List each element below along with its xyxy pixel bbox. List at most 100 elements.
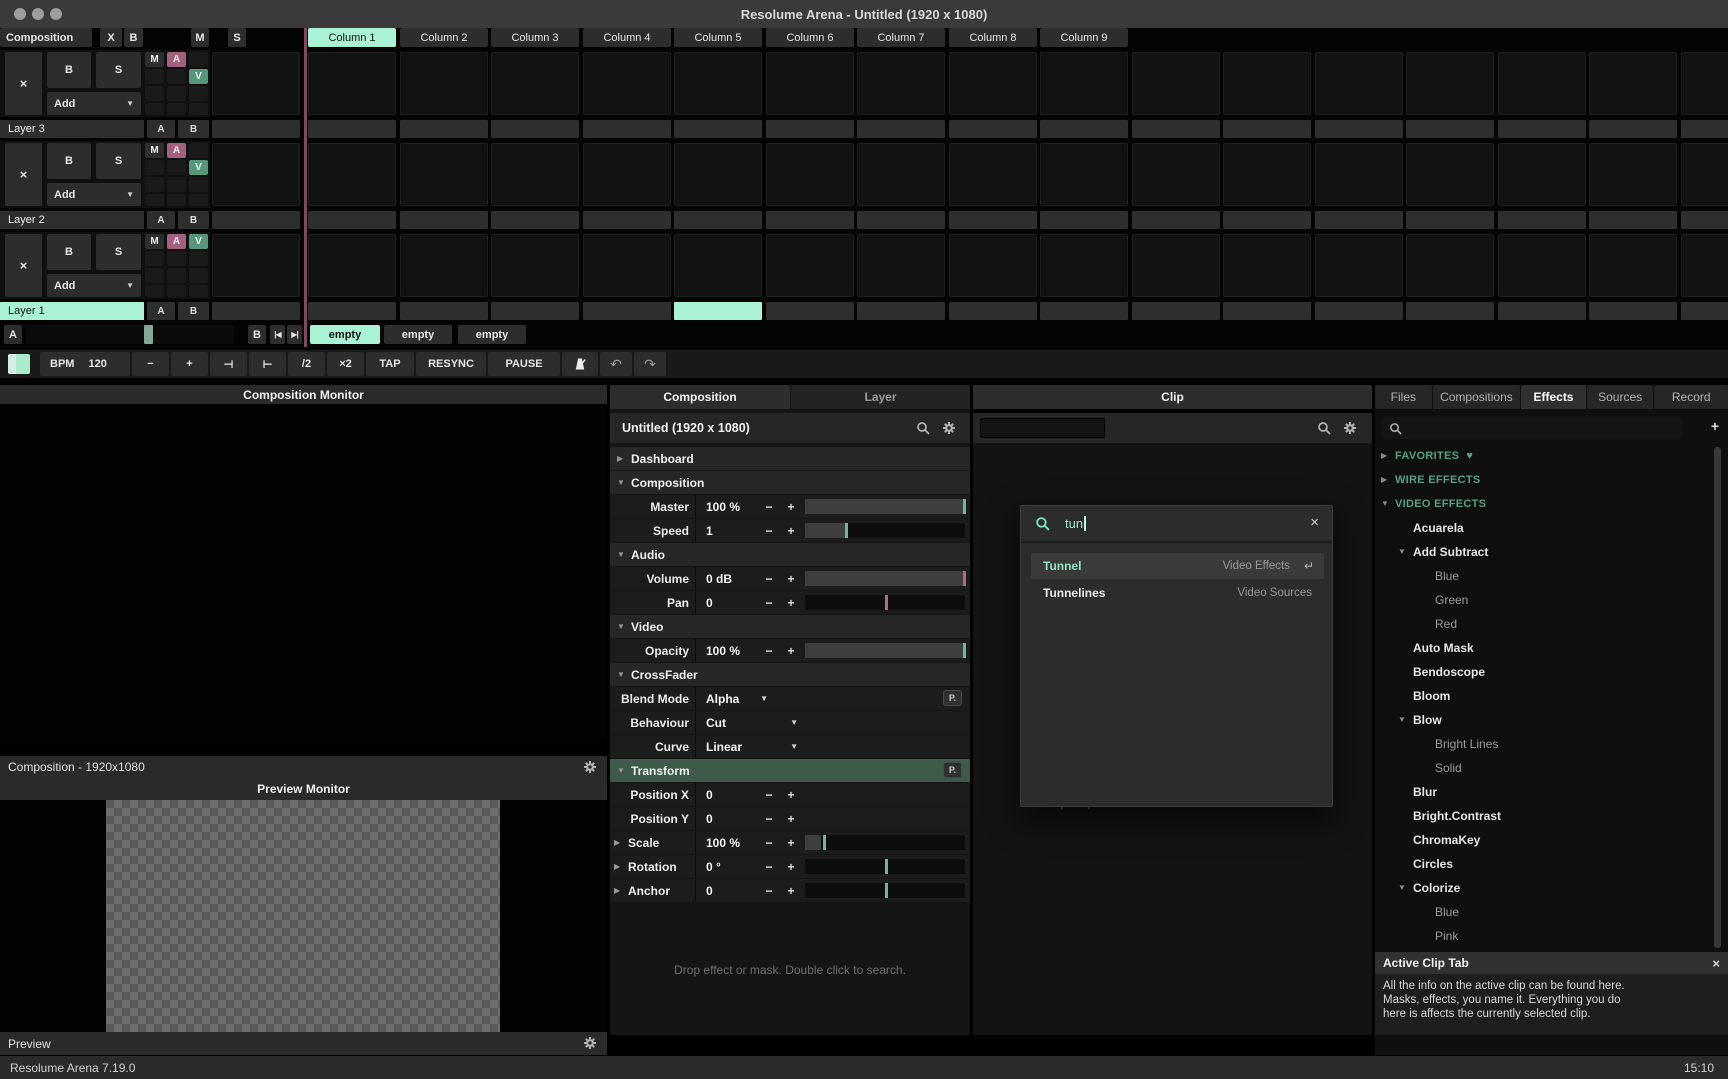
clip-lane[interactable] [857,120,945,138]
gear-icon[interactable] [942,421,956,435]
crossfader-target-cell[interactable] [167,160,186,175]
param-value[interactable]: 0 [706,884,758,898]
increment-button[interactable]: + [780,860,802,874]
increment-button[interactable]: + [780,644,802,658]
clip-slot[interactable] [766,234,854,297]
tab-composition[interactable]: Composition [610,385,790,409]
effects-group-wire-effects[interactable]: ▶WIRE EFFECTS [1375,468,1707,491]
composition-deck-label[interactable]: Composition [0,28,92,47]
layer-a-button[interactable]: A [147,302,175,320]
layer-v-cell[interactable]: V [189,234,208,249]
bpm-display[interactable]: BPM120 [40,352,130,376]
clip-lane[interactable] [674,120,762,138]
decrement-button[interactable]: − [758,572,780,586]
effect-item-green[interactable]: Green [1375,588,1707,611]
window-zoom-button[interactable] [50,8,62,20]
clip-lane[interactable] [1315,302,1403,320]
clip-slot[interactable] [308,143,396,206]
crossfader-target-cell[interactable] [145,69,164,84]
clip-lane[interactable] [491,211,579,229]
layer-solo-button[interactable]: S [96,143,141,179]
bpm-nudge-down-button[interactable]: ⊣ [210,352,247,376]
clip-slot[interactable] [583,52,671,115]
clip-lane[interactable] [1681,211,1728,229]
clip-slot[interactable] [1315,52,1403,115]
layer-v-cell[interactable]: V [189,69,208,84]
clip-lane[interactable] [1223,120,1311,138]
column-header-6[interactable]: Column 6 [766,28,854,47]
param-value[interactable]: 1 [706,524,758,538]
search-icon[interactable] [916,421,930,435]
clip-slot[interactable] [1589,52,1677,115]
decrement-button[interactable]: − [758,788,780,802]
clip-slot[interactable] [1406,52,1494,115]
clip-lane[interactable] [212,120,300,138]
clip-slot[interactable] [400,52,488,115]
layer-solo-button[interactable]: S [96,234,141,270]
layer-name-label[interactable]: Layer 1 [0,302,144,320]
clip-lane[interactable] [1132,211,1220,229]
crossfader-target-cell[interactable] [167,268,186,283]
effects-group-video-effects[interactable]: ▼VIDEO EFFECTS [1375,492,1707,515]
clip-lane[interactable] [1589,211,1677,229]
params-preset-button[interactable]: P. [943,762,962,778]
clip-lane[interactable] [766,211,854,229]
effect-item-colorize[interactable]: ▼Colorize [1375,876,1707,899]
crossfader-target-cell[interactable] [145,251,164,266]
clip-lane[interactable] [674,211,762,229]
layer-master-cell[interactable]: M [145,143,164,158]
tab-effects[interactable]: Effects [1521,385,1586,409]
tab-layer[interactable]: Layer [791,385,970,409]
clip-slot[interactable] [212,234,300,297]
clip-lane[interactable] [308,120,396,138]
decrement-button[interactable]: − [758,644,780,658]
increment-button[interactable]: + [780,836,802,850]
clip-slot[interactable] [1223,143,1311,206]
clip-lane[interactable] [1315,120,1403,138]
increment-button[interactable]: + [780,572,802,586]
increment-button[interactable]: + [780,596,802,610]
search-icon[interactable] [1317,421,1331,435]
param-slider[interactable] [805,571,965,586]
clip-lane[interactable] [1406,120,1494,138]
effect-item-blow[interactable]: ▼Blow [1375,708,1707,731]
layer-bypass-button[interactable]: B [47,52,91,88]
crossfader-target-cell[interactable] [145,160,164,175]
window-close-button[interactable] [14,8,26,20]
effect-item-acuarela[interactable]: Acuarela [1375,516,1707,539]
layer-name-label[interactable]: Layer 3 [0,120,144,138]
clip-slot[interactable] [1223,52,1311,115]
layer-add-dropdown[interactable]: Add▼ [47,274,141,297]
increment-button[interactable]: + [780,788,802,802]
clip-slot[interactable] [857,143,945,206]
search-result-tunnel[interactable]: Tunnel Video Effects ↵ [1031,553,1324,579]
crossfader-slider[interactable] [26,325,234,344]
decrement-button[interactable]: − [758,596,780,610]
crossfader-target-cell[interactable] [145,103,164,115]
param-value[interactable]: 0 [706,788,758,802]
clip-slot[interactable] [766,143,854,206]
section-video[interactable]: ▼Video [610,615,970,638]
clip-slot[interactable] [1132,143,1220,206]
section-composition[interactable]: ▼Composition [610,471,970,494]
crossfader-target-cell[interactable] [167,285,186,297]
clip-slot[interactable] [949,52,1037,115]
section-dashboard[interactable]: ▶Dashboard [610,447,970,470]
clip-slot[interactable] [583,234,671,297]
section-audio[interactable]: ▼Audio [610,543,970,566]
crossfader-target-cell[interactable] [167,103,186,115]
clip-lane[interactable] [1132,120,1220,138]
clip-lane[interactable] [857,211,945,229]
deck-close-button[interactable]: X [100,28,122,47]
layer-solo-button[interactable]: S [96,52,141,88]
layer-bypass-button[interactable]: B [47,234,91,270]
redo-button[interactable]: ↷ [634,352,666,376]
clip-slot[interactable] [857,234,945,297]
tab-compositions[interactable]: Compositions [1433,385,1521,409]
effect-item-solid[interactable]: Solid [1375,756,1707,779]
tab-sources[interactable]: Sources [1587,385,1654,409]
column-header-2[interactable]: Column 2 [400,28,488,47]
effect-item-auto-mask[interactable]: Auto Mask [1375,636,1707,659]
dropdown-behaviour[interactable]: Cut▼ [706,716,802,730]
decrement-button[interactable]: − [758,836,780,850]
